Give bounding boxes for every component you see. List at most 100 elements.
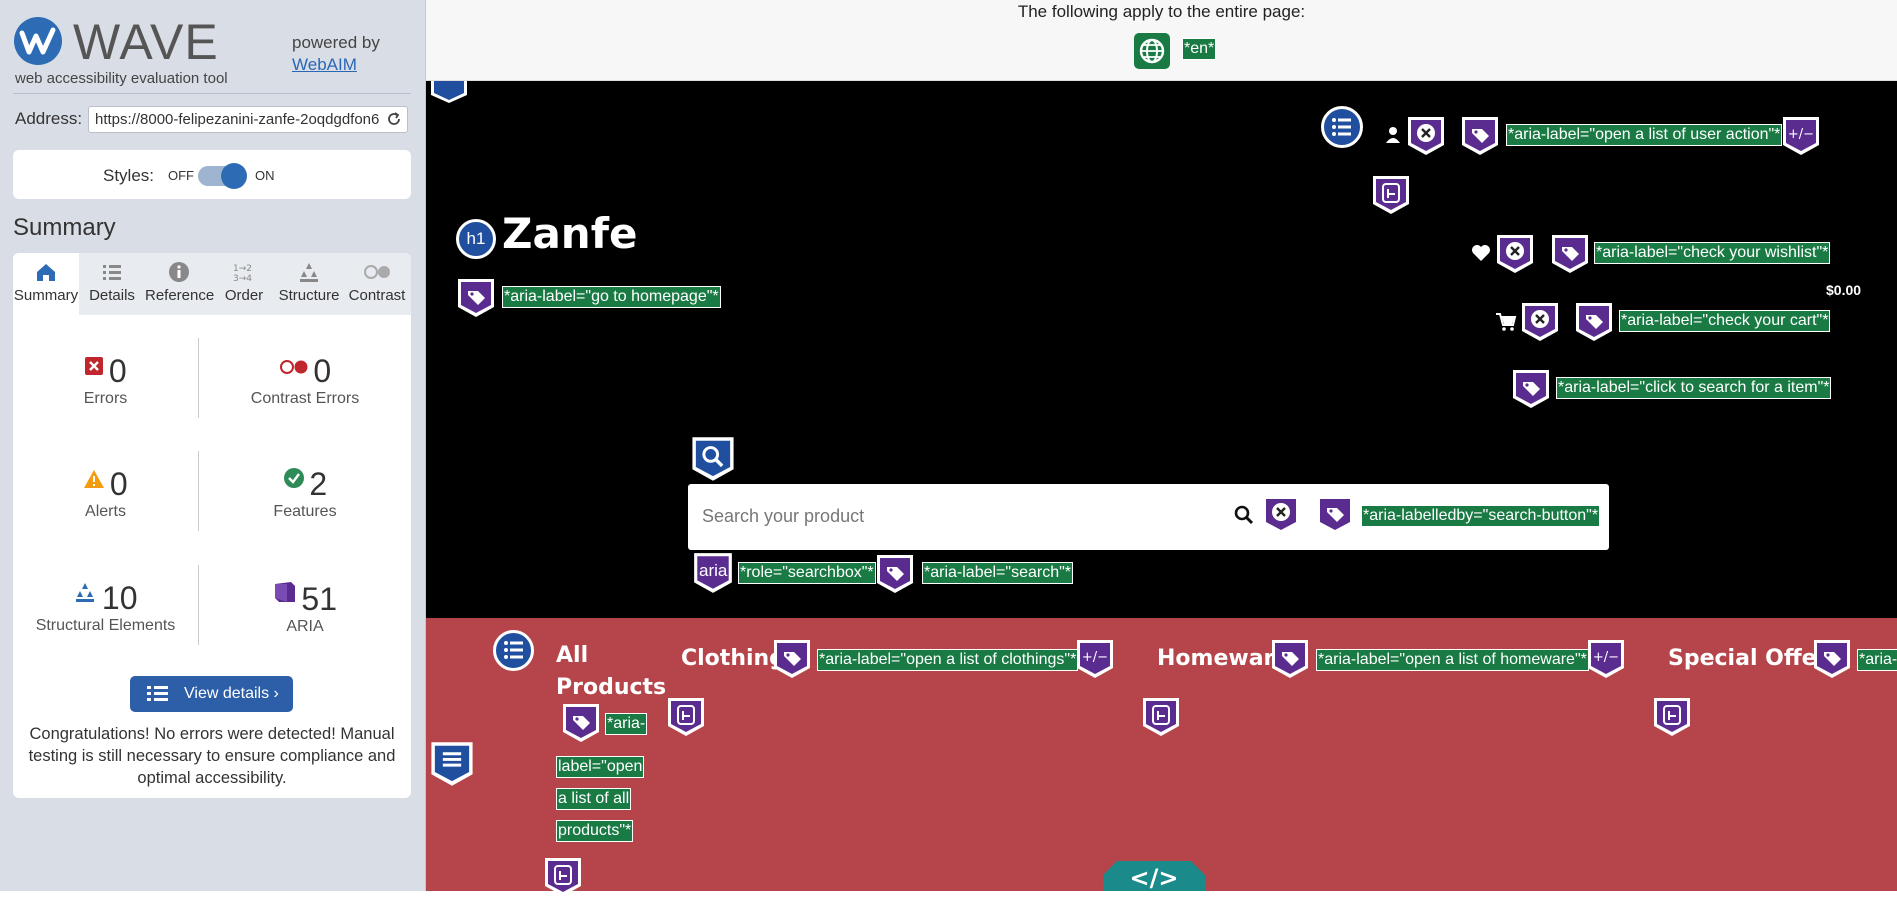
nav-clothing[interactable]: Clothing [681, 646, 785, 671]
list-landmark-icon[interactable] [493, 630, 534, 671]
tab-details[interactable]: Details [79, 253, 145, 315]
site-header: h1 Zanfe *aria-label="go to homepage"* *… [426, 81, 1897, 618]
tab-summary[interactable]: Summary [13, 253, 79, 315]
search-landmark-icon[interactable] [690, 435, 736, 483]
aria-label-tag-icon[interactable] [1460, 115, 1500, 157]
aria-special-label: *aria-la [1857, 649, 1897, 671]
nav-all-products[interactable]: All Products [556, 640, 666, 704]
stat-features[interactable]: 2 Features [199, 466, 411, 521]
aria-label-tag-icon[interactable] [1574, 301, 1614, 343]
tab-structure[interactable]: Structure [275, 253, 343, 315]
tab-label: Contrast [348, 287, 406, 304]
webaim-link[interactable]: WebAIM [292, 55, 357, 74]
structural-icon [76, 583, 95, 602]
aria-expanded-icon[interactable]: +/− [1781, 115, 1821, 157]
aria-go-home-label: *aria-label="go to homepage"* [502, 286, 721, 308]
nav-all-products-line2: Products [556, 675, 667, 700]
home-icon [37, 264, 55, 281]
aria-clothing-label: *aria-label="open a list of clothings"* [817, 649, 1079, 671]
button-empty-icon[interactable] [1520, 301, 1560, 343]
alert-icon [84, 470, 105, 488]
lang-label: *en* [1182, 38, 1217, 60]
aria-label-tag-icon[interactable] [1315, 494, 1355, 536]
stat-aria[interactable]: 51 ARIA [199, 580, 411, 636]
features-count: 2 [309, 466, 328, 502]
aria-wishlist-label: *aria-label="check your wishlist"* [1594, 242, 1831, 264]
reload-icon[interactable] [386, 111, 402, 127]
aria-popup-icon[interactable] [1371, 174, 1411, 216]
address-input[interactable]: https://8000-felipezanini-zanfe-2oqdgdfo… [88, 106, 408, 133]
svg-text:+/−: +/− [1788, 127, 1814, 142]
aria-label-tag-icon[interactable] [1270, 638, 1310, 680]
stat-alerts[interactable]: 0 Alerts [13, 466, 198, 521]
h1-icon[interactable]: h1 [456, 219, 496, 259]
page-level-text: The following apply to the entire page: [1017, 2, 1306, 21]
contrast-error-icon [279, 360, 308, 374]
view-details-button[interactable]: View details › [130, 676, 293, 712]
button-empty-icon[interactable] [1406, 115, 1446, 157]
aria-search-item-label: *aria-label="click to search for a item"… [1556, 377, 1832, 399]
brand-title[interactable]: Zanfe [502, 209, 637, 258]
stat-structural[interactable]: 10 Structural Elements [13, 580, 198, 635]
button-empty-icon[interactable] [1261, 494, 1301, 536]
aria-all-products-label-3: a list of all [556, 788, 632, 810]
aria-badge-label: aria [699, 561, 728, 580]
page-level-annotations: The following apply to the entire page: … [426, 0, 1897, 81]
tab-contrast[interactable]: Contrast [343, 253, 411, 315]
aria-count: 51 [301, 581, 338, 617]
view-details-label: View details › [184, 685, 279, 702]
styles-toggle[interactable] [198, 163, 247, 189]
aria-all-products-label-4: products"* [556, 820, 634, 842]
aria-expanded-icon[interactable]: +/− [1586, 638, 1626, 680]
aria-label-tag-icon[interactable] [1550, 233, 1590, 275]
search-placeholder: Search your product [702, 506, 865, 526]
user-icon[interactable] [1385, 126, 1401, 144]
region-landmark-icon[interactable] [429, 81, 469, 103]
aria-label-tag-icon[interactable] [772, 638, 812, 680]
button-empty-icon[interactable] [1495, 233, 1535, 275]
cart-total: $0.00 [1826, 282, 1862, 298]
code-view-icon[interactable]: </> [1103, 861, 1205, 891]
aria-popup-icon[interactable] [1141, 696, 1181, 738]
aria-label-tag-icon[interactable] [561, 702, 601, 744]
congrats-message: Congratulations! No errors were detected… [28, 725, 396, 787]
search-icon[interactable] [1234, 505, 1254, 525]
tab-label: Details [89, 287, 135, 304]
error-icon [85, 357, 104, 375]
aria-label-tag-icon[interactable] [456, 277, 496, 319]
list-icon [147, 686, 168, 701]
list-landmark-icon[interactable] [1321, 106, 1363, 148]
heart-icon[interactable] [1471, 244, 1491, 262]
language-icon[interactable] [1134, 33, 1170, 69]
aria-label-tag-icon[interactable] [1511, 368, 1551, 410]
aria-popup-icon[interactable] [543, 856, 583, 898]
aria-popup-icon[interactable] [666, 696, 706, 738]
toggle-knob [221, 163, 247, 189]
tab-label: Order [224, 287, 264, 304]
wave-logo-text: WAVE [73, 14, 219, 70]
cart-icon[interactable] [1495, 312, 1517, 332]
tab-reference[interactable]: Reference [145, 253, 214, 315]
features-label: Features [273, 503, 337, 520]
summary-heading: Summary [13, 214, 116, 241]
contrast-icon [364, 265, 390, 279]
aria-expanded-icon[interactable]: +/− [1075, 638, 1115, 680]
alerts-label: Alerts [85, 503, 126, 520]
styles-on-label: ON [255, 168, 275, 183]
tab-order[interactable]: 1→2 3→4 Order [213, 253, 275, 315]
navigation-landmark-icon[interactable] [429, 740, 475, 788]
svg-text:</>: </> [1130, 864, 1179, 891]
wave-logo-icon [14, 17, 62, 65]
aria-label-tag-icon[interactable] [1812, 638, 1852, 680]
aria-popup-icon[interactable] [1652, 696, 1692, 738]
aria-all-products-label-1: *aria- [605, 713, 648, 735]
aria-labelledby-label: *aria-labelledby="search-button"* [1361, 505, 1601, 527]
feature-check-icon [283, 468, 304, 488]
aria-all-products-label-2: label="open [556, 756, 645, 778]
tab-label: Structure [278, 287, 340, 304]
aria-label-tag-icon[interactable] [875, 553, 915, 595]
stat-errors[interactable]: 0 Errors [13, 353, 198, 408]
aria-homeware-label: *aria-label="open a list of homeware"* [1316, 649, 1589, 671]
alerts-count: 0 [109, 466, 128, 502]
stat-contrast[interactable]: 0 Contrast Errors [199, 353, 411, 408]
